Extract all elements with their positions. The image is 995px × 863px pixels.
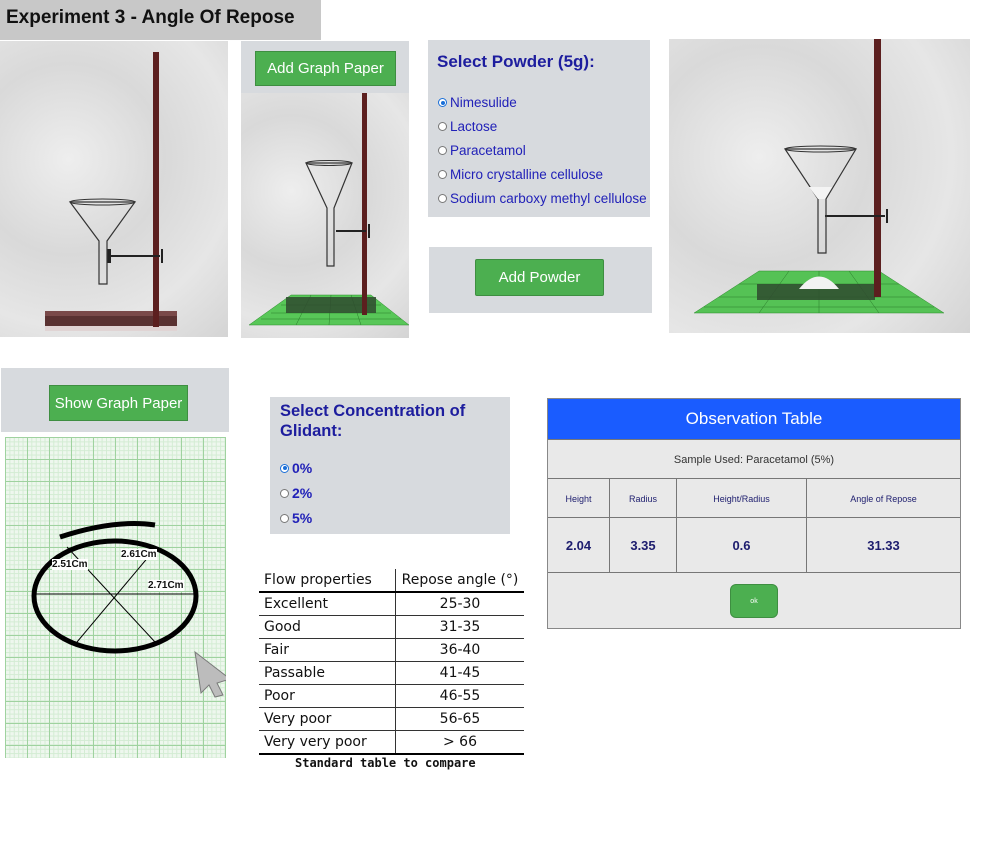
- measurement-right: 2.71Cm: [148, 580, 184, 591]
- glidant-option-5[interactable]: 5%: [280, 510, 312, 526]
- table-row: Passable 41-45: [259, 661, 524, 685]
- radio-button[interactable]: [438, 98, 447, 107]
- radio-button[interactable]: [280, 513, 289, 523]
- value-angle: 31.33: [867, 538, 900, 553]
- table-cell: Poor: [259, 684, 396, 708]
- radio-button[interactable]: [438, 170, 447, 179]
- funnel: [68, 201, 137, 285]
- table-row: Fair 36-40: [259, 638, 524, 662]
- table-cell: Fair: [259, 638, 396, 662]
- powder-option-nimesulide[interactable]: Nimesulide: [438, 95, 517, 110]
- stand-funnel-illustration: [45, 52, 177, 331]
- powder-select-panel: Select Powder (5g): Nimesulide Lactose P…: [428, 40, 650, 217]
- table-cell: 36-40: [395, 638, 524, 662]
- table-cell: 46-55: [395, 684, 524, 708]
- table-cell: > 66: [395, 730, 524, 755]
- page-title-bar: Experiment 3 - Angle Of Repose: [0, 0, 321, 40]
- show-graph-panel: Show Graph Paper: [1, 368, 229, 432]
- observation-dialog: Observation Table Sample Used: Paracetam…: [547, 398, 961, 629]
- powder-option-scmc[interactable]: Sodium carboxy methyl cellulose: [438, 191, 647, 206]
- table-header-row: Flow properties Repose angle (°): [259, 569, 524, 593]
- powder-pouring-illustration: [693, 39, 945, 314]
- stand-rod: [362, 93, 367, 315]
- glidant-select-title: Select Concentration of Glidant:: [280, 402, 466, 440]
- radio-button[interactable]: [280, 488, 289, 498]
- stand-with-graph-paper-illustration: [248, 93, 410, 326]
- table-cell: 41-45: [395, 661, 524, 685]
- observation-header-row: Height Radius Height/Radius Angle of Rep…: [548, 478, 960, 518]
- funnel: [305, 162, 353, 267]
- header-height: Height: [548, 479, 610, 518]
- table-cell: Very poor: [259, 707, 396, 731]
- value-radius: 3.35: [610, 518, 677, 573]
- value-height: 2.04: [548, 518, 610, 573]
- standard-flow-table: Flow properties Repose angle (°) Excelle…: [259, 569, 524, 755]
- show-graph-paper-button[interactable]: Show Graph Paper: [49, 385, 188, 421]
- radio-button[interactable]: [438, 194, 447, 203]
- radio-button[interactable]: [280, 463, 289, 473]
- stand-rod: [153, 52, 159, 327]
- add-graph-paper-button[interactable]: Add Graph Paper: [255, 51, 396, 86]
- graph-paper-panel: Add Graph Paper: [241, 41, 410, 338]
- table-cell: Good: [259, 615, 396, 639]
- observation-title: Observation Table: [548, 399, 960, 439]
- powder-option-lactose[interactable]: Lactose: [438, 119, 497, 134]
- apparatus-panel-1: [0, 41, 228, 337]
- value-height-radius: 0.6: [677, 518, 807, 573]
- standard-table-caption: Standard table to compare: [295, 756, 476, 770]
- measurement-left: 2.51Cm: [52, 559, 88, 570]
- table-row: Poor 46-55: [259, 684, 524, 708]
- table-row: Good 31-35: [259, 615, 524, 639]
- table-header: Repose angle (°): [395, 569, 524, 593]
- table-header: Flow properties: [259, 569, 396, 593]
- measurement-top: 2.61Cm: [121, 549, 157, 560]
- glidant-option-2[interactable]: 2%: [280, 485, 312, 501]
- header-radius: Radius: [610, 479, 677, 518]
- measurement-drawing: [31, 521, 226, 698]
- table-row: Very poor 56-65: [259, 707, 524, 731]
- glidant-option-0[interactable]: 0%: [280, 460, 312, 476]
- table-cell: Excellent: [259, 592, 396, 616]
- ok-button[interactable]: ok: [730, 584, 778, 618]
- observation-value-row: 2.04 3.35 0.6 31.33: [548, 517, 960, 573]
- page-title: Experiment 3 - Angle Of Repose: [6, 7, 295, 28]
- table-cell: Passable: [259, 661, 396, 685]
- graph-paper-view: 2.51Cm 2.61Cm 2.71Cm: [5, 437, 226, 758]
- header-height-radius: Height/Radius: [677, 479, 807, 518]
- sample-row: Sample Used: Paracetamol (5%): [548, 439, 960, 479]
- header-angle: Angle of Repose: [850, 493, 917, 504]
- add-powder-panel: Add Powder: [429, 247, 652, 313]
- powder-select-title: Select Powder (5g):: [437, 52, 595, 71]
- table-cell: 25-30: [395, 592, 524, 616]
- sample-used-text: Sample Used: Paracetamol (5%): [673, 453, 835, 466]
- table-row: Excellent 25-30: [259, 592, 524, 616]
- table-row: Very very poor > 66: [259, 730, 524, 755]
- glidant-select-panel: Select Concentration of Glidant: 0% 2% 5…: [270, 397, 510, 534]
- radio-button[interactable]: [438, 146, 447, 155]
- table-cell: 31-35: [395, 615, 524, 639]
- cursor-arrow-icon: [194, 650, 226, 698]
- apparatus-panel-powder: [669, 39, 970, 333]
- table-cell: Very very poor: [259, 730, 396, 755]
- radio-button[interactable]: [438, 122, 447, 131]
- powder-option-paracetamol[interactable]: Paracetamol: [438, 143, 526, 158]
- stand-rod: [874, 39, 881, 297]
- funnel: [783, 148, 858, 254]
- table-cell: 56-65: [395, 707, 524, 731]
- add-powder-button[interactable]: Add Powder: [475, 259, 604, 296]
- powder-option-mcc[interactable]: Micro crystalline cellulose: [438, 167, 603, 182]
